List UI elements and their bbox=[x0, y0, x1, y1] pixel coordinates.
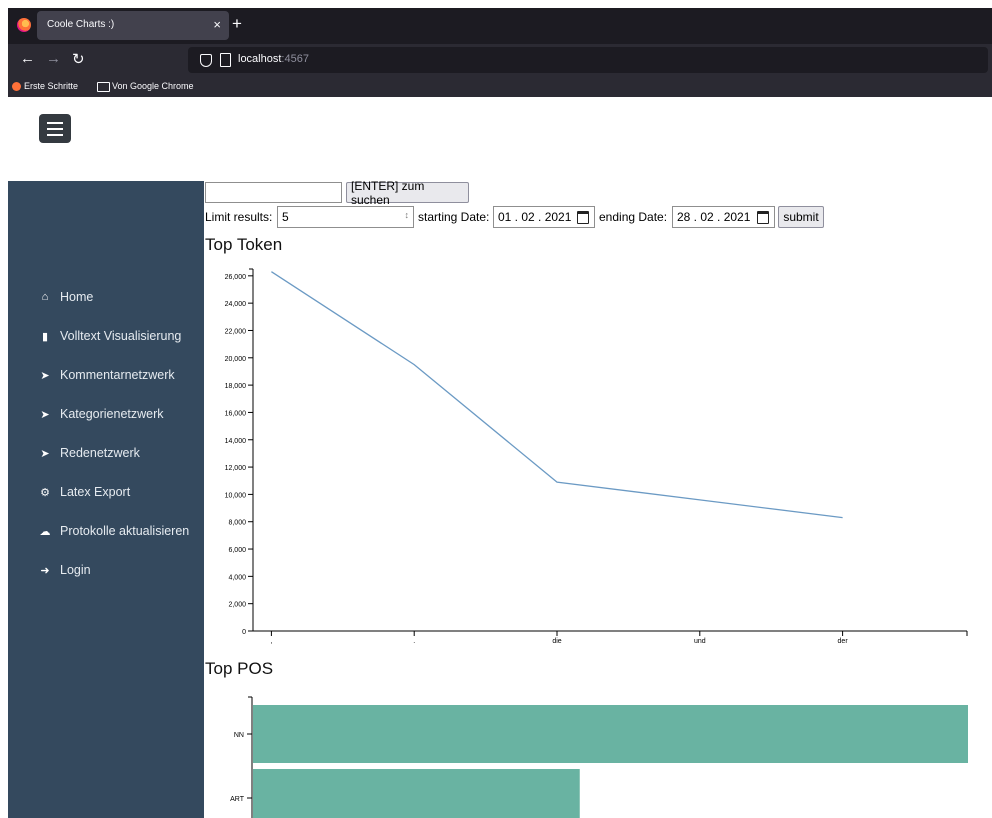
chart-title-top-token: Top Token bbox=[205, 235, 283, 254]
menu-toggle-button[interactable] bbox=[39, 114, 71, 143]
nav-bar: ← → ↻ localhost:4567 bbox=[8, 44, 992, 77]
submit-button[interactable]: submit bbox=[778, 206, 824, 228]
sidebar-item-volltext[interactable]: ▮ Volltext Visualisierung bbox=[38, 326, 181, 346]
folder-icon bbox=[97, 82, 110, 92]
x-tick-label: der bbox=[838, 638, 849, 645]
hamburger-icon-bar bbox=[47, 134, 63, 136]
end-date-input[interactable]: 28 . 02 . 2021 bbox=[672, 206, 775, 228]
x-tick-label: und bbox=[694, 638, 706, 645]
bookmarks-bar: Erste Schritte Von Google Chrome bbox=[8, 77, 992, 97]
url-bar[interactable]: localhost:4567 bbox=[188, 47, 988, 73]
page-icon[interactable] bbox=[220, 53, 231, 67]
reload-icon[interactable]: ↻ bbox=[72, 50, 85, 68]
hamburger-icon-bar bbox=[47, 128, 63, 130]
x-tick-label: , bbox=[270, 638, 272, 645]
y-tick-label: 18,000 bbox=[225, 383, 247, 390]
send-icon: ➤ bbox=[40, 447, 50, 460]
sidebar-item-label: Login bbox=[60, 563, 91, 577]
sidebar-item-latex-export[interactable]: ⚙ Latex Export bbox=[38, 482, 130, 502]
pos-bar bbox=[253, 705, 968, 763]
limit-value: 5 bbox=[282, 210, 289, 224]
chart-title-top-pos: Top POS bbox=[205, 659, 274, 678]
screen-edge bbox=[0, 0, 8, 818]
y-tick-label: 24,000 bbox=[225, 301, 247, 308]
end-date-value: 28 . 02 . 2021 bbox=[677, 210, 751, 224]
sidebar-item-label: Volltext Visualisierung bbox=[60, 329, 182, 343]
sidebar-item-label: Redenetzwerk bbox=[60, 446, 140, 460]
pos-bar bbox=[253, 769, 580, 818]
sidebar-item-label: Kommentarnetzwerk bbox=[60, 368, 175, 382]
sidebar-item-login[interactable]: ➜ Login bbox=[38, 560, 91, 580]
sign-in-icon: ➜ bbox=[40, 564, 50, 577]
sidebar-item-kommentarnetzwerk[interactable]: ➤ Kommentarnetzwerk bbox=[38, 365, 175, 385]
end-date-label: ending Date: bbox=[599, 210, 668, 224]
y-tick-label: 22,000 bbox=[225, 328, 247, 335]
sidebar: ⌂ Home ▮ Volltext Visualisierung ➤ Kommenta… bbox=[8, 181, 204, 818]
y-tick-label: 20,000 bbox=[225, 356, 247, 363]
home-icon: ⌂ bbox=[41, 291, 49, 303]
firefox-icon[interactable] bbox=[17, 18, 31, 32]
sidebar-item-protokolle[interactable]: ☁ Protokolle aktualisieren bbox=[38, 521, 190, 541]
y-tick-label: 6,000 bbox=[228, 547, 246, 554]
sidebar-item-label: Protokolle aktualisieren bbox=[60, 524, 190, 538]
bookmark-von-google-chrome[interactable]: Von Google Chrome bbox=[112, 81, 194, 91]
start-date-input[interactable]: 01 . 02 . 2021 bbox=[493, 206, 595, 228]
browser-window: Coole Charts :) × + ← → ↻ localhost:4567… bbox=[8, 8, 992, 97]
send-icon: ➤ bbox=[40, 369, 50, 382]
search-input[interactable] bbox=[205, 182, 342, 203]
cloud-upload-icon: ☁ bbox=[39, 525, 51, 538]
limit-label: Limit results: bbox=[205, 210, 273, 224]
start-date-label: starting Date: bbox=[418, 210, 490, 224]
sidebar-item-label: Home bbox=[60, 290, 94, 304]
y-tick-label: 0 bbox=[242, 629, 246, 636]
sidebar-item-kategorienetzwerk[interactable]: ➤ Kategorienetzwerk bbox=[38, 404, 164, 424]
tab-title: Coole Charts :) bbox=[47, 19, 115, 30]
browser-tab[interactable]: Coole Charts :) × bbox=[37, 11, 229, 40]
y-tick-label: 16,000 bbox=[225, 410, 247, 417]
firefox-bookmark-icon bbox=[12, 82, 21, 91]
y-tick-label: 12,000 bbox=[225, 465, 247, 472]
y-tick-label: 10,000 bbox=[225, 492, 247, 499]
gears-icon: ⚙ bbox=[40, 486, 50, 499]
back-arrow-icon[interactable]: ← bbox=[20, 50, 35, 67]
calendar-icon[interactable] bbox=[577, 211, 589, 224]
y-tick-label: 4,000 bbox=[228, 574, 246, 581]
sidebar-item-redenetzwerk[interactable]: ➤ Redenetzwerk bbox=[38, 443, 140, 463]
y-tick-label: 26,000 bbox=[225, 274, 247, 281]
url-port: :4567 bbox=[281, 53, 309, 65]
sidebar-item-label: Kategorienetzwerk bbox=[60, 407, 164, 421]
token-series-line bbox=[271, 271, 843, 519]
start-date-value: 01 . 02 . 2021 bbox=[498, 210, 572, 224]
bookmark-erste-schritte[interactable]: Erste Schritte bbox=[24, 81, 78, 91]
x-tick-label: die bbox=[552, 638, 561, 645]
pos-y-tick-label: NN bbox=[234, 732, 244, 739]
tab-bar: Coole Charts :) × + bbox=[8, 8, 992, 44]
y-tick-label: 2,000 bbox=[228, 602, 246, 609]
calendar-icon[interactable] bbox=[757, 211, 769, 224]
search-button[interactable]: [ENTER] zum suchen bbox=[346, 179, 469, 207]
url-host: localhost bbox=[238, 53, 282, 65]
pos-y-tick-label: ART bbox=[230, 796, 245, 803]
y-tick-label: 8,000 bbox=[228, 520, 246, 527]
forward-arrow-icon[interactable]: → bbox=[46, 50, 61, 67]
x-tick-label: . bbox=[413, 638, 415, 645]
sidebar-item-home[interactable]: ⌂ Home bbox=[38, 287, 94, 307]
sidebar-item-label: Latex Export bbox=[60, 485, 131, 499]
limit-input[interactable]: 5 ↕ bbox=[277, 206, 414, 228]
send-icon: ➤ bbox=[40, 408, 50, 421]
y-tick-label: 14,000 bbox=[225, 438, 247, 445]
spinner-icon[interactable]: ↕ bbox=[405, 210, 410, 220]
file-icon: ▮ bbox=[41, 330, 49, 343]
tab-close-icon[interactable]: × bbox=[213, 17, 221, 32]
url-text[interactable]: localhost:4567 bbox=[238, 53, 309, 65]
hamburger-icon-bar bbox=[47, 122, 63, 124]
shield-icon[interactable] bbox=[200, 54, 212, 67]
new-tab-icon[interactable]: + bbox=[232, 14, 242, 34]
